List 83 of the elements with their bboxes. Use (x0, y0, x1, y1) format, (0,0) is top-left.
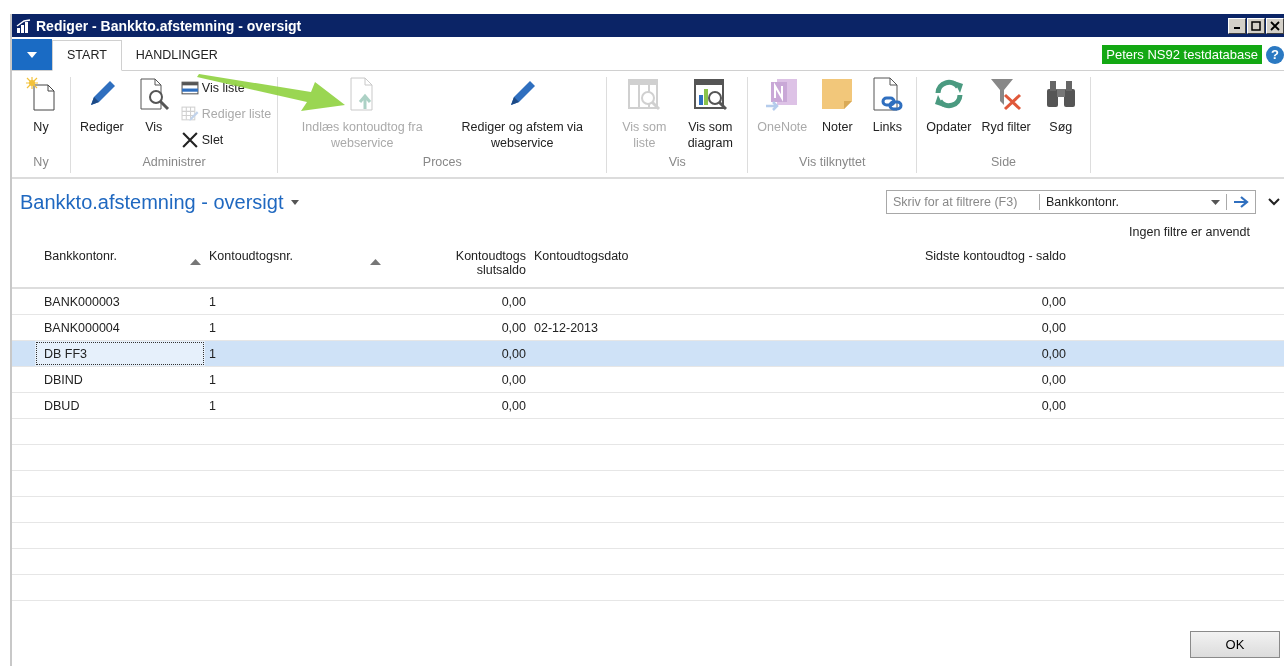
ribbon-button[interactable]: Ny (18, 77, 64, 135)
table-cell: DBUD (44, 398, 80, 413)
table-row[interactable]: DB FF3 1 0,00 0,00 (12, 341, 1284, 367)
grid-magnifier-icon (627, 77, 662, 111)
ribbon-button[interactable]: Ryd filter (978, 77, 1034, 135)
minimize-icon (1234, 27, 1240, 29)
group-label: Ny (32, 155, 50, 171)
ribbon-tab[interactable]: START (52, 40, 122, 71)
sort-ascending-icon[interactable] (190, 259, 201, 265)
ribbon-button[interactable]: Links (864, 77, 911, 135)
dropdown-icon (27, 51, 37, 58)
table-cell: 0,00 (501, 372, 526, 387)
table-cell: BANK000003 (44, 294, 120, 309)
ribbon-button[interactable]: Slet (180, 129, 272, 151)
table-cell: BANK000004 (44, 320, 120, 335)
filter-field[interactable]: Skriv for at filtrere (F3) Bankkontonr. (886, 190, 1256, 214)
table-cell: 0,00 (501, 294, 526, 309)
table-cell: 02-12-2013 (534, 320, 598, 335)
group-label: Vis tilknyttet (798, 155, 867, 171)
table-cell: 1 (209, 320, 216, 335)
table-row[interactable]: DBUD 1 0,00 0,00 (12, 393, 1284, 419)
close-icon (1270, 20, 1280, 31)
new-document-icon (24, 77, 58, 111)
ribbon-button[interactable]: Vis liste (180, 77, 272, 99)
page-title: Bankkto.afstemning - oversigt (20, 190, 284, 214)
table-cell: 0,00 (1041, 294, 1066, 309)
table-cell: 1 (209, 398, 216, 413)
table-cell: 0,00 (1041, 320, 1066, 335)
chart-magnifier-icon (693, 77, 728, 111)
ok-button[interactable]: OK (1190, 631, 1280, 658)
minimize-button[interactable] (1228, 17, 1246, 34)
arrow-right-icon[interactable] (1233, 196, 1249, 208)
filter-clear-icon (989, 77, 1024, 111)
ribbon-button[interactable]: Vis som diagram (679, 77, 742, 151)
table-cell: 0,00 (501, 320, 526, 335)
filter-status: Ingen filtre er anvendt (1129, 225, 1250, 239)
column-header[interactable]: Kontoudtogs slutsaldo (436, 249, 526, 277)
group-label: Vis (667, 155, 687, 171)
sticky-note-icon (820, 77, 855, 111)
help-button[interactable]: ? (1266, 45, 1284, 64)
column-header[interactable]: Kontoudtogsnr. (209, 249, 294, 263)
table-cell: 0,00 (1041, 372, 1066, 387)
table-cell: 1 (209, 372, 216, 387)
notebook-icon (765, 77, 800, 111)
document-link-icon (870, 77, 905, 111)
table-cell: 1 (209, 294, 216, 309)
group-label: Side (990, 155, 1018, 171)
database-badge: Peters NS92 testdatabase (1102, 45, 1262, 64)
maximize-button[interactable] (1247, 17, 1265, 34)
ribbon-button[interactable]: Søg (1037, 77, 1084, 135)
chevron-down-icon[interactable] (1268, 198, 1280, 206)
dropdown-icon[interactable] (1211, 199, 1220, 205)
table-cell: 0,00 (1041, 398, 1066, 413)
table-row[interactable]: DBIND 1 0,00 0,00 (12, 367, 1284, 393)
table-cell: 0,00 (501, 346, 526, 361)
sort-ascending-icon[interactable] (370, 259, 381, 265)
column-header[interactable]: Kontoudtogsdato (534, 249, 644, 263)
delete-icon (180, 131, 199, 149)
ribbon-button[interactable]: Vis (130, 77, 177, 135)
grid-pencil-icon (180, 105, 199, 123)
ribbon-tab[interactable]: HANDLINGER (121, 41, 232, 70)
table-cell: 1 (209, 346, 216, 361)
close-button[interactable] (1266, 17, 1284, 34)
table-row[interactable]: BANK000003 1 0,00 0,00 (12, 289, 1284, 315)
ribbon-button[interactable]: Opdater (923, 77, 975, 135)
filter-column-dropdown[interactable]: Bankkontonr. (1046, 195, 1205, 209)
column-header[interactable]: Sidste kontoudtog - saldo (924, 249, 1066, 263)
list-icon (180, 79, 199, 97)
group-label: Proces (421, 155, 463, 171)
maximize-icon (1251, 20, 1261, 31)
group-label: Administrer (141, 155, 207, 171)
window-title: Rediger - Bankkto.afstemning - oversigt (36, 17, 302, 34)
ribbon-button[interactable]: Rediger og afstem via webservice (444, 77, 601, 151)
table-cell: 0,00 (1041, 346, 1066, 361)
caret-icon[interactable] (291, 199, 300, 205)
bar-chart-icon (16, 18, 32, 33)
ribbon-button[interactable]: Rediger (77, 77, 127, 135)
ribbon-button[interactable]: Noter (814, 77, 861, 135)
app-menu-button[interactable] (12, 39, 52, 70)
table-cell: DB FF3 (44, 346, 88, 361)
column-header[interactable]: Bankkontonr. (44, 249, 117, 263)
table-cell: 0,00 (501, 398, 526, 413)
table-cell: DBIND (44, 372, 83, 387)
